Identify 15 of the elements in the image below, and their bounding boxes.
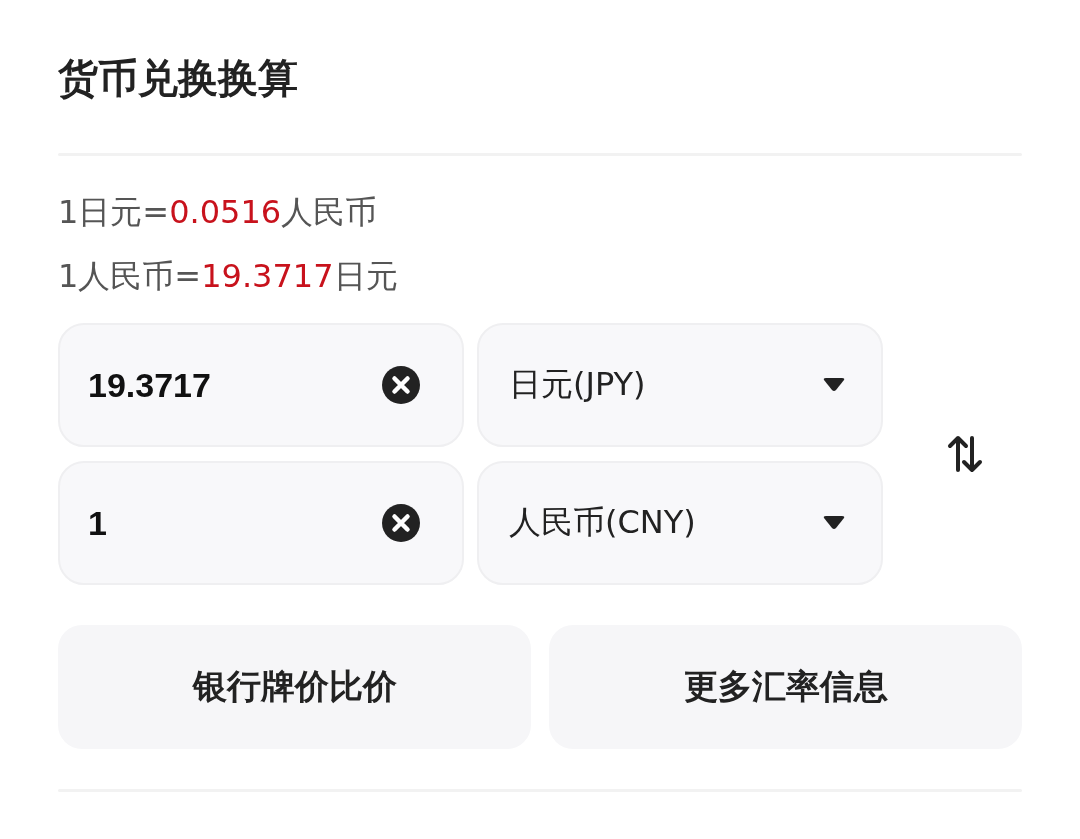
clear-icon[interactable]	[382, 366, 420, 404]
action-button[interactable]: 银行牌价比价	[58, 625, 531, 749]
caret-icon	[823, 516, 845, 530]
swap-arrows-icon	[945, 434, 985, 474]
currency-dropdown[interactable]: 人民币(CNY)	[477, 461, 883, 585]
caret-icon	[823, 378, 845, 392]
action-button[interactable]: 更多汇率信息	[549, 625, 1022, 749]
clear-icon[interactable]	[382, 504, 420, 542]
amount-field[interactable]: 1	[58, 461, 464, 585]
amount-field[interactable]: 19.3717	[58, 323, 464, 447]
currency-dropdown[interactable]: 日元(JPY)	[477, 323, 883, 447]
exchange-rate-text: 1日元=0.0516人民币	[58, 192, 379, 233]
page-title: 货币兑换换算	[58, 54, 299, 103]
exchange-rate-text: 1人民币=19.3717 日元	[58, 256, 399, 297]
swap-button[interactable]	[945, 434, 985, 474]
